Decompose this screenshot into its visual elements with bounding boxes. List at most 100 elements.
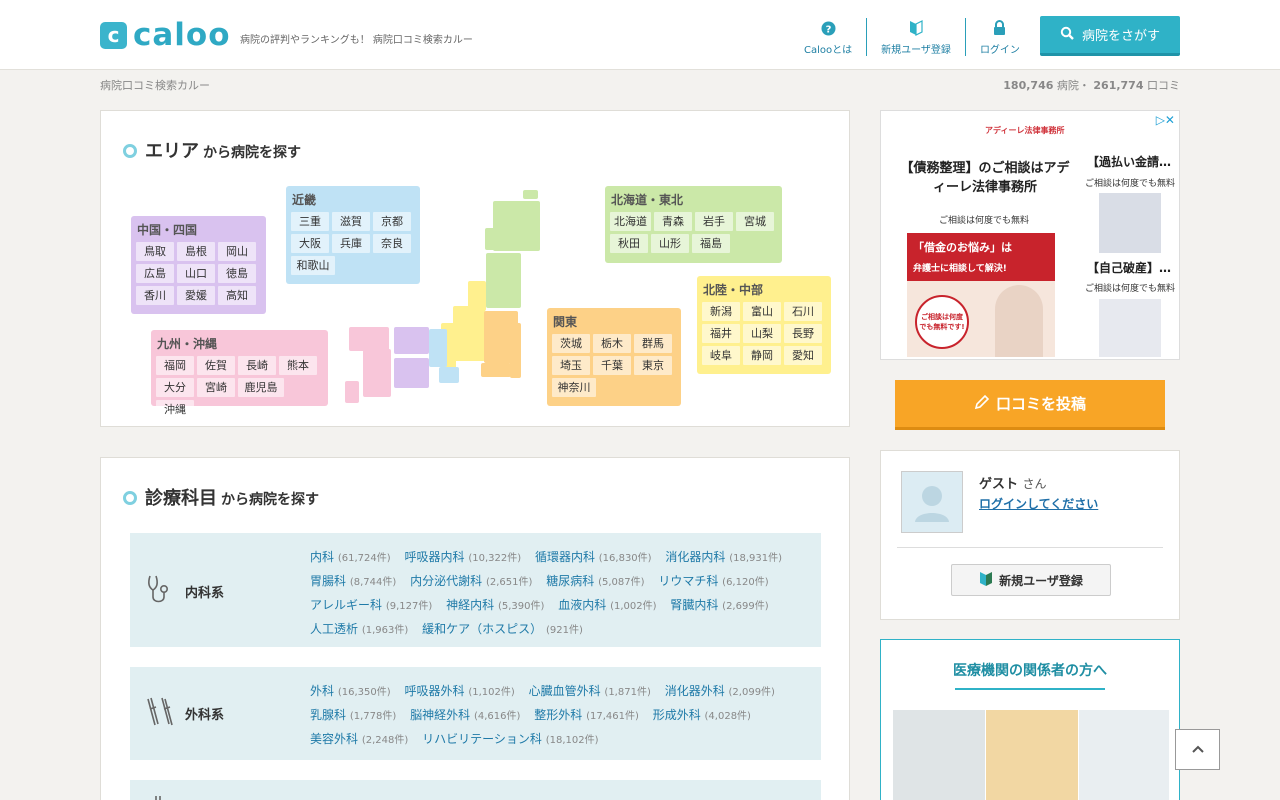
pref-shiga[interactable]: 滋賀 bbox=[332, 212, 370, 231]
pref-hokkaido[interactable]: 北海道 bbox=[610, 212, 651, 231]
pref-kumamoto[interactable]: 熊本 bbox=[279, 356, 317, 375]
pref-miyagi[interactable]: 宮城 bbox=[736, 212, 774, 231]
dept-link[interactable]: 神経内科 (5,390件) bbox=[446, 598, 544, 612]
pref-wakayama[interactable]: 和歌山 bbox=[291, 256, 335, 275]
pref-saitama[interactable]: 埼玉 bbox=[552, 356, 590, 375]
post-review-button[interactable]: 口コミを投稿 bbox=[895, 380, 1165, 430]
pref-yamanashi[interactable]: 山梨 bbox=[743, 324, 781, 343]
pref-aichi[interactable]: 愛知 bbox=[784, 346, 822, 365]
pref-niigata[interactable]: 新潟 bbox=[702, 302, 740, 321]
dept-link[interactable]: 美容外科 (2,248件) bbox=[310, 732, 408, 746]
dept-link[interactable]: 整形外科 (17,461件) bbox=[534, 708, 639, 722]
dept-link[interactable]: 内科 (61,724件) bbox=[310, 550, 391, 564]
nav-register[interactable]: 新規ユーザ登録 bbox=[867, 18, 966, 56]
pref-ehime[interactable]: 愛媛 bbox=[177, 286, 215, 305]
pref-tokushima[interactable]: 徳島 bbox=[218, 264, 256, 283]
pref-gunma[interactable]: 群馬 bbox=[634, 334, 672, 353]
dept-link[interactable]: 消化器外科 (2,099件) bbox=[665, 684, 775, 698]
dept-link[interactable]: 外科 (16,350件) bbox=[310, 684, 391, 698]
pref-aomori[interactable]: 青森 bbox=[654, 212, 692, 231]
pref-akita[interactable]: 秋田 bbox=[610, 234, 648, 253]
dept-link[interactable]: 内分泌代謝科 (2,651件) bbox=[410, 574, 532, 588]
pref-hyogo[interactable]: 兵庫 bbox=[332, 234, 370, 253]
pref-kanagawa[interactable]: 神奈川 bbox=[552, 378, 596, 397]
beginner-mark-icon bbox=[979, 571, 993, 590]
dept-link[interactable]: アレルギー科 (9,127件) bbox=[310, 598, 432, 612]
dept-link[interactable]: 呼吸器内科 (10,322件) bbox=[404, 550, 521, 564]
ad-side2-sub: ご相談は何度でも無料 bbox=[1085, 284, 1176, 294]
page-top-button[interactable] bbox=[1175, 729, 1220, 770]
pref-ishikawa[interactable]: 石川 bbox=[784, 302, 822, 321]
pref-kagawa[interactable]: 香川 bbox=[136, 286, 174, 305]
region-hokkaido-tohoku: 北海道・東北 北海道 青森 岩手 宮城 秋田 山形 福島 bbox=[605, 186, 782, 263]
dept-link[interactable]: 糖尿病科 (5,087件) bbox=[546, 574, 644, 588]
region-chugoku-shikoku: 中国・四国 鳥取 島根 岡山 広島 山口 徳島 香川 愛媛 高知 bbox=[131, 216, 266, 314]
search-button-label: 病院をさがす bbox=[1081, 29, 1160, 44]
pref-miyazaki[interactable]: 宮崎 bbox=[197, 378, 235, 397]
breadcrumb[interactable]: 病院口コミ検索カルー bbox=[100, 77, 210, 93]
dept-group-internal: 内科系 内科 (61,724件) 呼吸器内科 (10,322件) 循環器内科 (… bbox=[130, 533, 821, 647]
pref-kyoto[interactable]: 京都 bbox=[373, 212, 411, 231]
login-link[interactable]: ログインしてください bbox=[979, 495, 1098, 512]
pref-osaka[interactable]: 大阪 bbox=[291, 234, 329, 253]
pref-iwate[interactable]: 岩手 bbox=[695, 212, 733, 231]
pref-yamaguchi[interactable]: 山口 bbox=[177, 264, 215, 283]
pref-saga[interactable]: 佐賀 bbox=[197, 356, 235, 375]
dept-link[interactable]: 消化器内科 (18,931件) bbox=[665, 550, 782, 564]
pref-shimane[interactable]: 島根 bbox=[177, 242, 215, 261]
pref-chiba[interactable]: 千葉 bbox=[593, 356, 631, 375]
department-title-main: 診療科目 bbox=[145, 488, 217, 509]
ad-side1-sub: ご相談は何度でも無料 bbox=[1085, 179, 1176, 189]
region-name: 北陸・中部 bbox=[703, 283, 764, 297]
pref-tokyo[interactable]: 東京 bbox=[634, 356, 672, 375]
dept-link[interactable]: 胃腸科 (8,744件) bbox=[310, 574, 396, 588]
ad-choices-icon[interactable]: ▷✕ bbox=[1156, 113, 1175, 127]
pref-okinawa[interactable]: 沖縄 bbox=[156, 400, 194, 419]
region-kanto: 関東 茨城 栃木 群馬 埼玉 千葉 東京 神奈川 bbox=[547, 308, 681, 406]
search-hospital-button[interactable]: 病院をさがす bbox=[1040, 16, 1180, 56]
pref-kochi[interactable]: 高知 bbox=[218, 286, 256, 305]
pref-oita[interactable]: 大分 bbox=[156, 378, 194, 397]
pref-tochigi[interactable]: 栃木 bbox=[593, 334, 631, 353]
register-button[interactable]: 新規ユーザ登録 bbox=[951, 564, 1111, 596]
pref-toyama[interactable]: 富山 bbox=[743, 302, 781, 321]
dept-link[interactable]: 脳神経外科 (4,616件) bbox=[410, 708, 520, 722]
dept-link[interactable]: 循環器内科 (16,830件) bbox=[535, 550, 652, 564]
pref-mie[interactable]: 三重 bbox=[291, 212, 329, 231]
pref-shizuoka[interactable]: 静岡 bbox=[743, 346, 781, 365]
pref-yamagata[interactable]: 山形 bbox=[651, 234, 689, 253]
pref-nara[interactable]: 奈良 bbox=[373, 234, 411, 253]
dept-link[interactable]: 呼吸器外科 (1,102件) bbox=[404, 684, 514, 698]
advertisement[interactable]: ▷✕ アディーレ法律事務所 【債務整理】のご相談はアディーレ法律事務所 ご相談は… bbox=[880, 110, 1180, 360]
nav-about[interactable]: ? Calooとは bbox=[790, 18, 868, 56]
department-title-sub: から病院を探す bbox=[221, 492, 319, 508]
dept-link[interactable]: 形成外科 (4,028件) bbox=[653, 708, 751, 722]
pref-nagano[interactable]: 長野 bbox=[784, 324, 822, 343]
dept-link[interactable]: 血液内科 (1,002件) bbox=[558, 598, 656, 612]
pref-okayama[interactable]: 岡山 bbox=[218, 242, 256, 261]
pref-nagasaki[interactable]: 長崎 bbox=[238, 356, 276, 375]
pref-tottori[interactable]: 鳥取 bbox=[136, 242, 174, 261]
nav-login[interactable]: ログイン bbox=[966, 18, 1034, 56]
dept-link[interactable]: リウマチ科 (6,120件) bbox=[658, 574, 768, 588]
pref-hiroshima[interactable]: 広島 bbox=[136, 264, 174, 283]
pref-fukui[interactable]: 福井 bbox=[702, 324, 740, 343]
ad-badge: ご相談は何度でも無料です! bbox=[915, 295, 969, 349]
dept-link[interactable]: 緩和ケア（ホスピス） (921件) bbox=[422, 622, 583, 636]
site-logo[interactable]: c caloo bbox=[100, 20, 231, 51]
pref-fukuoka[interactable]: 福岡 bbox=[156, 356, 194, 375]
dept-link-list: 内科 (61,724件) 呼吸器内科 (10,322件) 循環器内科 (16,8… bbox=[310, 546, 800, 642]
dept-link[interactable]: リハビリテーション科 (18,102件) bbox=[422, 732, 598, 746]
dept-link[interactable]: 乳腺科 (1,778件) bbox=[310, 708, 396, 722]
dept-link[interactable]: 心臓血管外科 (1,871件) bbox=[529, 684, 651, 698]
pref-fukushima[interactable]: 福島 bbox=[692, 234, 730, 253]
area-title-main: エリア bbox=[145, 141, 199, 162]
dept-link[interactable]: 腎臓内科 (2,699件) bbox=[670, 598, 768, 612]
region-kyushu-okinawa: 九州・沖縄 福岡 佐賀 長崎 熊本 大分 宮崎 鹿児島 沖縄 bbox=[151, 330, 328, 419]
region-name: 九州・沖縄 bbox=[157, 337, 218, 351]
pref-gifu[interactable]: 岐阜 bbox=[702, 346, 740, 365]
pref-ibaraki[interactable]: 茨城 bbox=[552, 334, 590, 353]
dept-link[interactable]: 人工透析 (1,963件) bbox=[310, 622, 408, 636]
medical-professionals-box[interactable]: 医療機関の関係者の方へ bbox=[880, 639, 1180, 800]
pref-kagoshima[interactable]: 鹿児島 bbox=[238, 378, 284, 397]
